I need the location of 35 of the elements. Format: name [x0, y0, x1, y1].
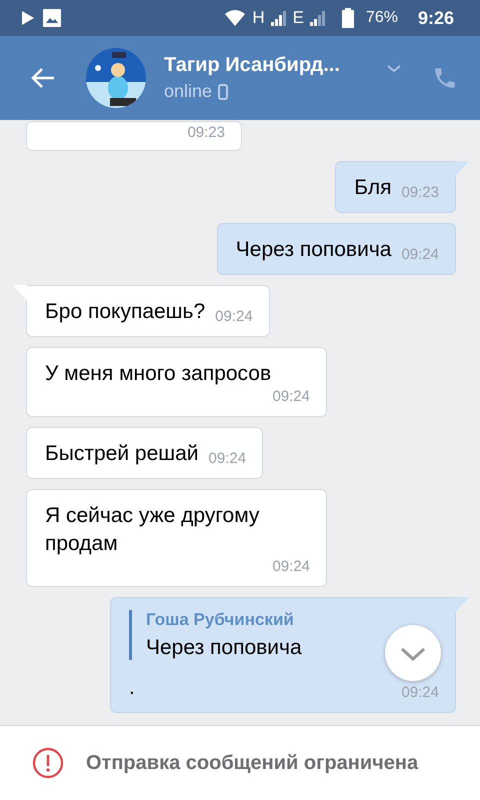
image-icon — [42, 8, 62, 28]
message-time: 09:24 — [401, 684, 439, 702]
warning-icon — [32, 747, 64, 779]
message-text: Бро покупаешь? — [45, 299, 206, 325]
battery-percent: 76% — [366, 9, 398, 27]
phone-icon — [218, 84, 228, 100]
message-text: Через поповича — [236, 237, 392, 263]
message-time: 09:23 — [187, 124, 225, 142]
message-text: Бля — [354, 175, 392, 201]
message-time: 09:23 — [401, 184, 439, 202]
message-text: . — [129, 675, 135, 701]
play-icon — [20, 9, 36, 27]
message-text: Я сейчас уже другому продам — [45, 503, 260, 557]
message-time: 09:24 — [215, 308, 253, 326]
message-time: 09:24 — [272, 388, 310, 406]
signal-icon — [310, 9, 326, 27]
message-time: 09:24 — [401, 246, 439, 264]
wifi-icon — [224, 9, 246, 27]
network-type: H — [252, 8, 265, 28]
restriction-notice: Отправка сообщений ограничена — [86, 752, 418, 774]
message-time: 09:24 — [208, 450, 246, 468]
quoted-text: Через поповича — [146, 636, 303, 660]
clock: 9:26 — [418, 8, 454, 28]
quoted-author: Гоша Рубчинский — [146, 610, 295, 630]
message-time: 09:24 — [272, 558, 310, 576]
network-type: E — [292, 8, 304, 28]
message-text: У меня много запросов — [45, 361, 272, 387]
battery-icon — [342, 8, 354, 28]
chevron-down-icon[interactable] — [386, 64, 402, 74]
back-icon[interactable] — [30, 67, 56, 89]
message-text: Быстрей решай — [45, 441, 199, 467]
scroll-down-button[interactable] — [384, 624, 442, 682]
signal-icon — [270, 9, 287, 27]
contact-name[interactable]: Тагир Исанбирд... — [164, 54, 386, 77]
online-status: online — [164, 81, 212, 102]
